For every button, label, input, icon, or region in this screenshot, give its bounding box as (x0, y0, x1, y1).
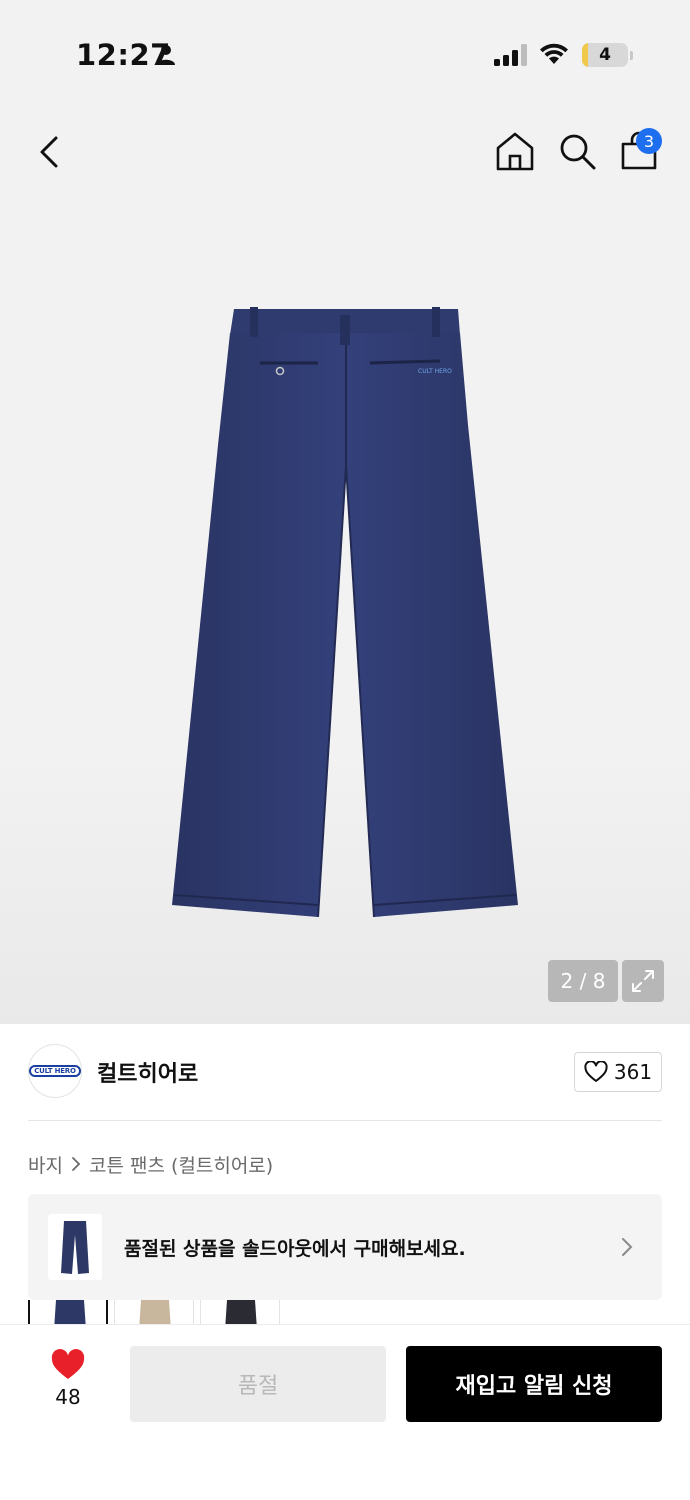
soldout-banner[interactable]: 품절된 상품을 솔드아웃에서 구매해보세요. (28, 1194, 662, 1300)
person-icon (157, 45, 175, 65)
back-button[interactable] (28, 130, 72, 174)
back-arrow-icon (40, 136, 58, 168)
expand-icon (632, 970, 654, 992)
wifi-icon (540, 43, 568, 64)
battery-icon: 4 (582, 43, 628, 67)
breadcrumb-category[interactable]: 바지 (28, 1151, 63, 1178)
status-bar: 12:27 4 (0, 0, 690, 100)
bottom-action-bar: 48 품절 재입고 알림 신청 (0, 1324, 690, 1500)
cart-count-badge: 3 (636, 128, 662, 154)
wish-button[interactable]: 48 (36, 1349, 100, 1419)
chevron-right-icon (622, 1238, 633, 1256)
svg-text:CULT HERO: CULT HERO (418, 368, 452, 375)
restock-alert-button[interactable]: 재입고 알림 신청 (406, 1346, 662, 1422)
heart-filled-icon (51, 1349, 85, 1379)
product-gallery[interactable]: 3 CULT HERO 2 / 8 (0, 100, 690, 1024)
breadcrumb-product[interactable]: 코튼 팬츠 (컬트히어로) (89, 1151, 273, 1178)
soldout-banner-text: 품절된 상품을 솔드아웃에서 구매해보세요. (124, 1238, 466, 1260)
soldout-button[interactable]: 품절 (130, 1346, 386, 1422)
home-button[interactable] (494, 130, 536, 172)
search-icon (560, 134, 596, 170)
pants-thumbnail-icon (61, 1221, 89, 1274)
divider (28, 1120, 662, 1121)
chevron-right-icon (71, 1156, 81, 1172)
image-counter: 2 / 8 (548, 960, 618, 1002)
brand-logo[interactable]: CULT HERO (28, 1044, 82, 1098)
banner-thumbnail (48, 1214, 102, 1280)
battery-level: 4 (599, 45, 611, 65)
signal-icon (494, 44, 527, 66)
breadcrumb: 바지 코튼 팬츠 (컬트히어로) (28, 1150, 273, 1178)
brand-logo-text: CULT HERO (29, 1065, 81, 1077)
expand-button[interactable] (622, 960, 664, 1002)
battery-cap (630, 51, 633, 60)
home-icon (496, 132, 534, 171)
search-button[interactable] (556, 130, 598, 172)
brand-row: CULT HERO 컬트히어로 361 (0, 1024, 690, 1120)
brand-name[interactable]: 컬트히어로 (97, 1056, 198, 1088)
brand-like-count: 361 (613, 1060, 653, 1084)
brand-like-button[interactable]: 361 (574, 1052, 662, 1092)
heart-outline-icon (584, 1061, 608, 1082)
product-image[interactable]: CULT HERO (168, 305, 528, 925)
wish-count: 48 (55, 1385, 81, 1409)
